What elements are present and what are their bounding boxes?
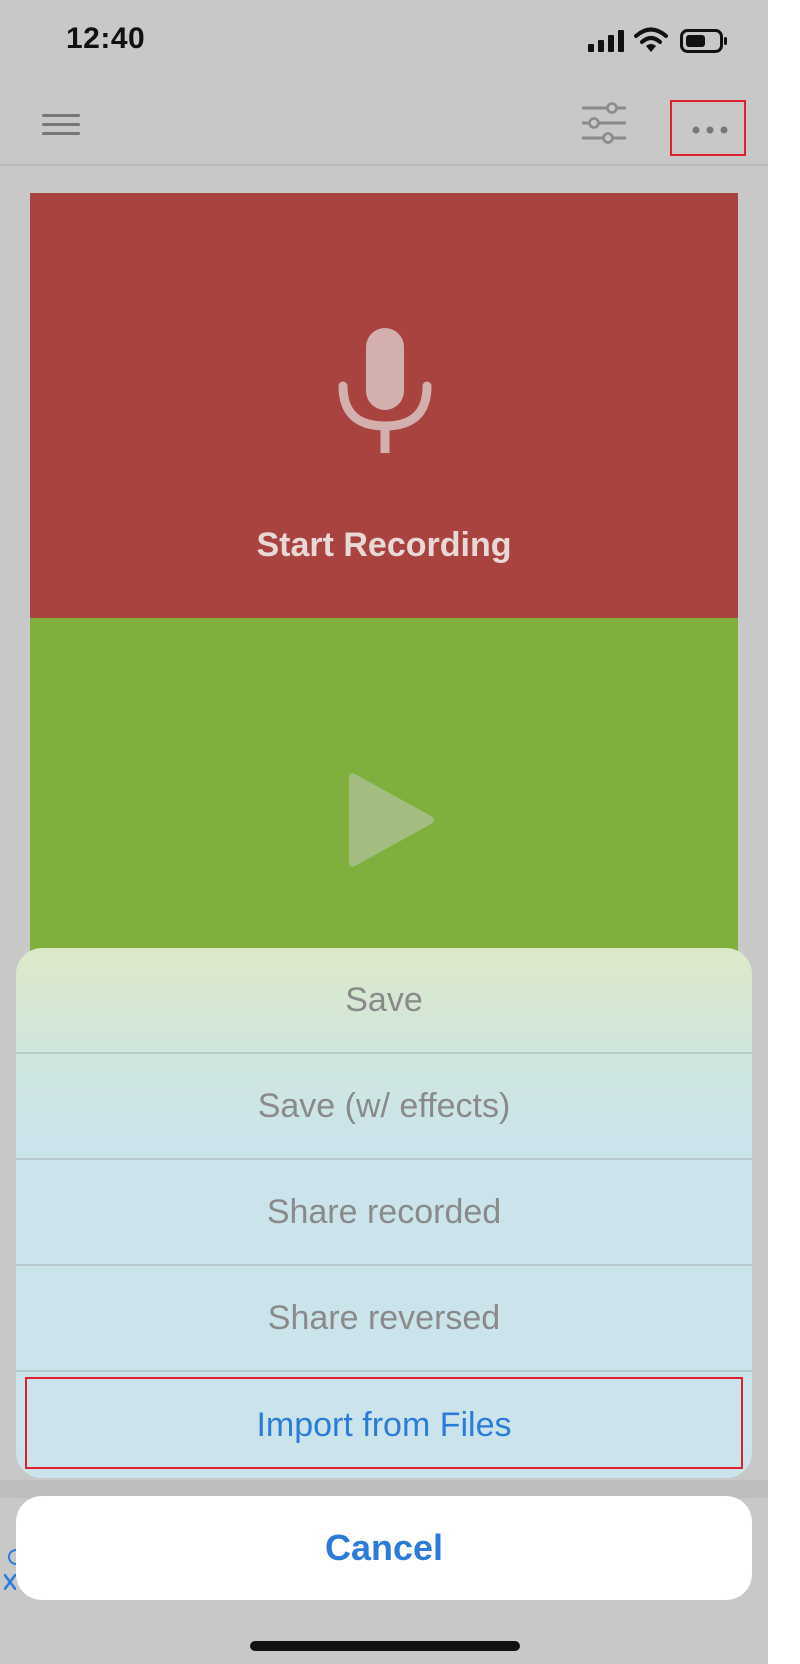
microphone-icon xyxy=(338,328,432,453)
more-options-button[interactable] xyxy=(670,100,746,156)
import-from-files-label: Import from Files xyxy=(256,1405,512,1444)
cancel-button[interactable]: Cancel xyxy=(16,1496,752,1600)
menu-icon[interactable] xyxy=(42,114,80,138)
sliders-icon[interactable] xyxy=(580,102,628,144)
status-time: 12:40 xyxy=(66,22,146,55)
save-option-label: Save xyxy=(345,980,423,1019)
action-sheet: Save Save (w/ effects) Share recorded Sh… xyxy=(16,948,752,1478)
more-horizontal-icon xyxy=(692,126,728,134)
share-reversed-label: Share reversed xyxy=(267,1298,501,1337)
share-reversed-option[interactable]: Share reversed xyxy=(16,1266,752,1372)
home-indicator xyxy=(250,1641,520,1651)
start-recording-label: Start Recording xyxy=(256,526,512,564)
battery-icon xyxy=(680,29,727,53)
share-recorded-label: Share recorded xyxy=(266,1192,502,1231)
status-bar: 12:40 xyxy=(0,0,768,84)
save-with-effects-label: Save (w/ effects) xyxy=(257,1086,511,1125)
save-with-effects-option[interactable]: Save (w/ effects) xyxy=(16,1054,752,1160)
phone-screen: 12:40 Start Recording Save Save (w/ effe… xyxy=(0,0,768,1664)
signal-icon xyxy=(588,30,624,52)
nav-bar xyxy=(0,84,768,166)
share-recorded-option[interactable]: Share recorded xyxy=(16,1160,752,1266)
ad-close-icon[interactable] xyxy=(4,1574,16,1590)
import-from-files-option[interactable]: Import from Files xyxy=(16,1372,752,1478)
save-option[interactable]: Save xyxy=(16,948,752,1054)
page-edge xyxy=(768,0,800,1664)
wifi-icon xyxy=(634,27,668,52)
ad-info-icon[interactable] xyxy=(2,1548,16,1566)
start-recording-button[interactable]: Start Recording xyxy=(30,193,738,618)
cancel-label: Cancel xyxy=(324,1527,444,1568)
play-icon xyxy=(349,773,434,867)
